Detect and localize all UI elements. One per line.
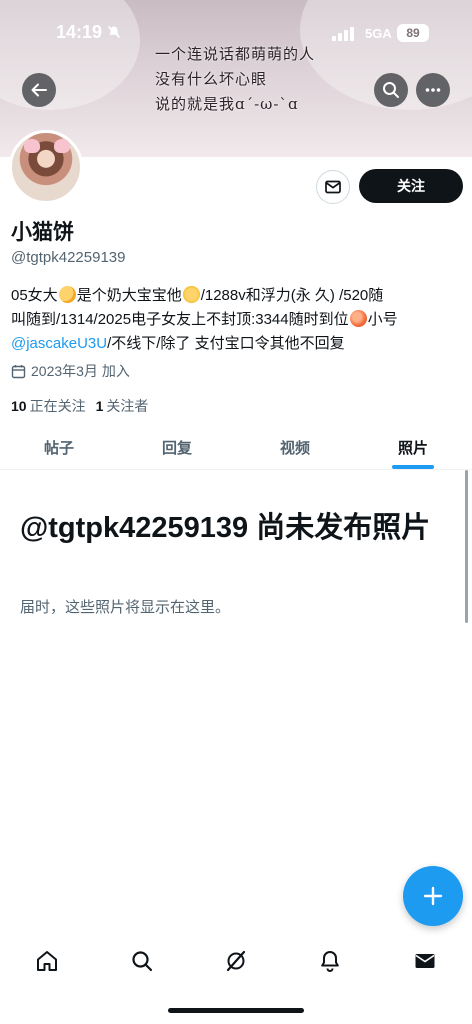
arrow-left-icon: [31, 83, 47, 97]
followers-count: 1: [95, 398, 104, 414]
handle: @tgtpk42259139: [11, 249, 126, 266]
empty-state-title: @tgtpk42259139 尚未发布照片: [20, 512, 431, 544]
home-icon: [37, 951, 58, 971]
banner-caption: 一个连说话都萌萌的人 没有什么坏心眼 说的就是我ɑ´-ω-`ɑ: [155, 42, 315, 117]
empty-state-subtitle: 届时，这些照片将显示在这里。: [20, 599, 231, 616]
following-link[interactable]: 10 正在关注: [11, 396, 86, 416]
joined-date: 2023年3月 加入: [11, 361, 130, 381]
messages-icon: [415, 954, 435, 968]
smiling-hearts-emoji-icon: [58, 286, 76, 303]
bio: 05女大 是个奶大宝宝他/1288v和浮力(永 久) /520随 叫随到/1314…: [11, 284, 466, 356]
plus-icon: [423, 886, 443, 906]
notifications-icon: [321, 951, 340, 972]
display-name: 小猫饼: [11, 221, 74, 244]
bio-text: 是个奶大宝宝他: [76, 287, 182, 304]
status-bar: 14:19 5GA 89: [0, 22, 472, 48]
followers-link[interactable]: 1 关注者: [96, 396, 149, 416]
grok-icon: [226, 950, 246, 972]
bio-text: /不线下/除了 支付宝口令其他不回复: [107, 335, 345, 352]
bio-text: 05女大: [11, 287, 58, 304]
bio-text: 叫随到/1314/2025电子女友上不封顶:3344随时到位: [11, 311, 349, 328]
following-label: 正在关注: [29, 398, 86, 414]
scrollbar[interactable]: [465, 470, 468, 623]
banner-line: 说的就是我ɑ´-ω-`ɑ: [155, 95, 299, 113]
status-time: 14:19: [56, 22, 103, 42]
avatar[interactable]: [9, 130, 83, 204]
tab-replies[interactable]: 回复: [118, 425, 236, 469]
banner-line: 没有什么坏心眼: [155, 70, 268, 88]
following-count: 10: [11, 398, 27, 414]
nav-notifications[interactable]: [310, 941, 350, 981]
nav-grok[interactable]: [216, 941, 256, 981]
nav-home[interactable]: [27, 941, 67, 981]
nav-messages[interactable]: [405, 941, 445, 981]
battery-icon: 89: [397, 24, 429, 42]
follow-stats: 10 正在关注 1 关注者: [11, 396, 148, 416]
signal-icon: [332, 27, 354, 41]
nav-search[interactable]: [122, 941, 162, 981]
more-button[interactable]: [416, 73, 450, 107]
flushed-face-emoji-icon: [182, 286, 200, 303]
home-indicator[interactable]: [168, 1008, 304, 1013]
network-type: 5GA: [365, 26, 392, 41]
bio-text: /1288v和浮力(永 久) /520随: [200, 287, 384, 304]
tab-videos[interactable]: 视频: [236, 425, 354, 469]
search-icon: [131, 951, 152, 972]
followers-label: 关注者: [106, 398, 149, 414]
bio-mention-link[interactable]: @jascakeU3U: [11, 335, 107, 352]
tab-photos[interactable]: 照片: [354, 425, 472, 469]
mail-icon: [325, 180, 341, 194]
bio-text: 小号: [367, 311, 398, 328]
silent-bell-icon: [107, 25, 121, 42]
search-button[interactable]: [374, 73, 408, 107]
tab-posts[interactable]: 帖子: [0, 425, 118, 469]
message-button[interactable]: [316, 170, 350, 204]
joined-text: 2023年3月 加入: [31, 363, 130, 379]
calendar-icon: [11, 364, 26, 378]
follow-button[interactable]: 关注: [359, 169, 463, 203]
profile-tabs: 帖子 回复 视频 照片: [0, 425, 472, 470]
compose-button[interactable]: [403, 866, 463, 926]
back-button[interactable]: [22, 73, 56, 107]
peach-emoji-icon: [349, 310, 367, 327]
more-horizontal-icon: [425, 88, 441, 92]
bottom-navigation: [0, 936, 472, 986]
search-icon: [383, 82, 399, 98]
